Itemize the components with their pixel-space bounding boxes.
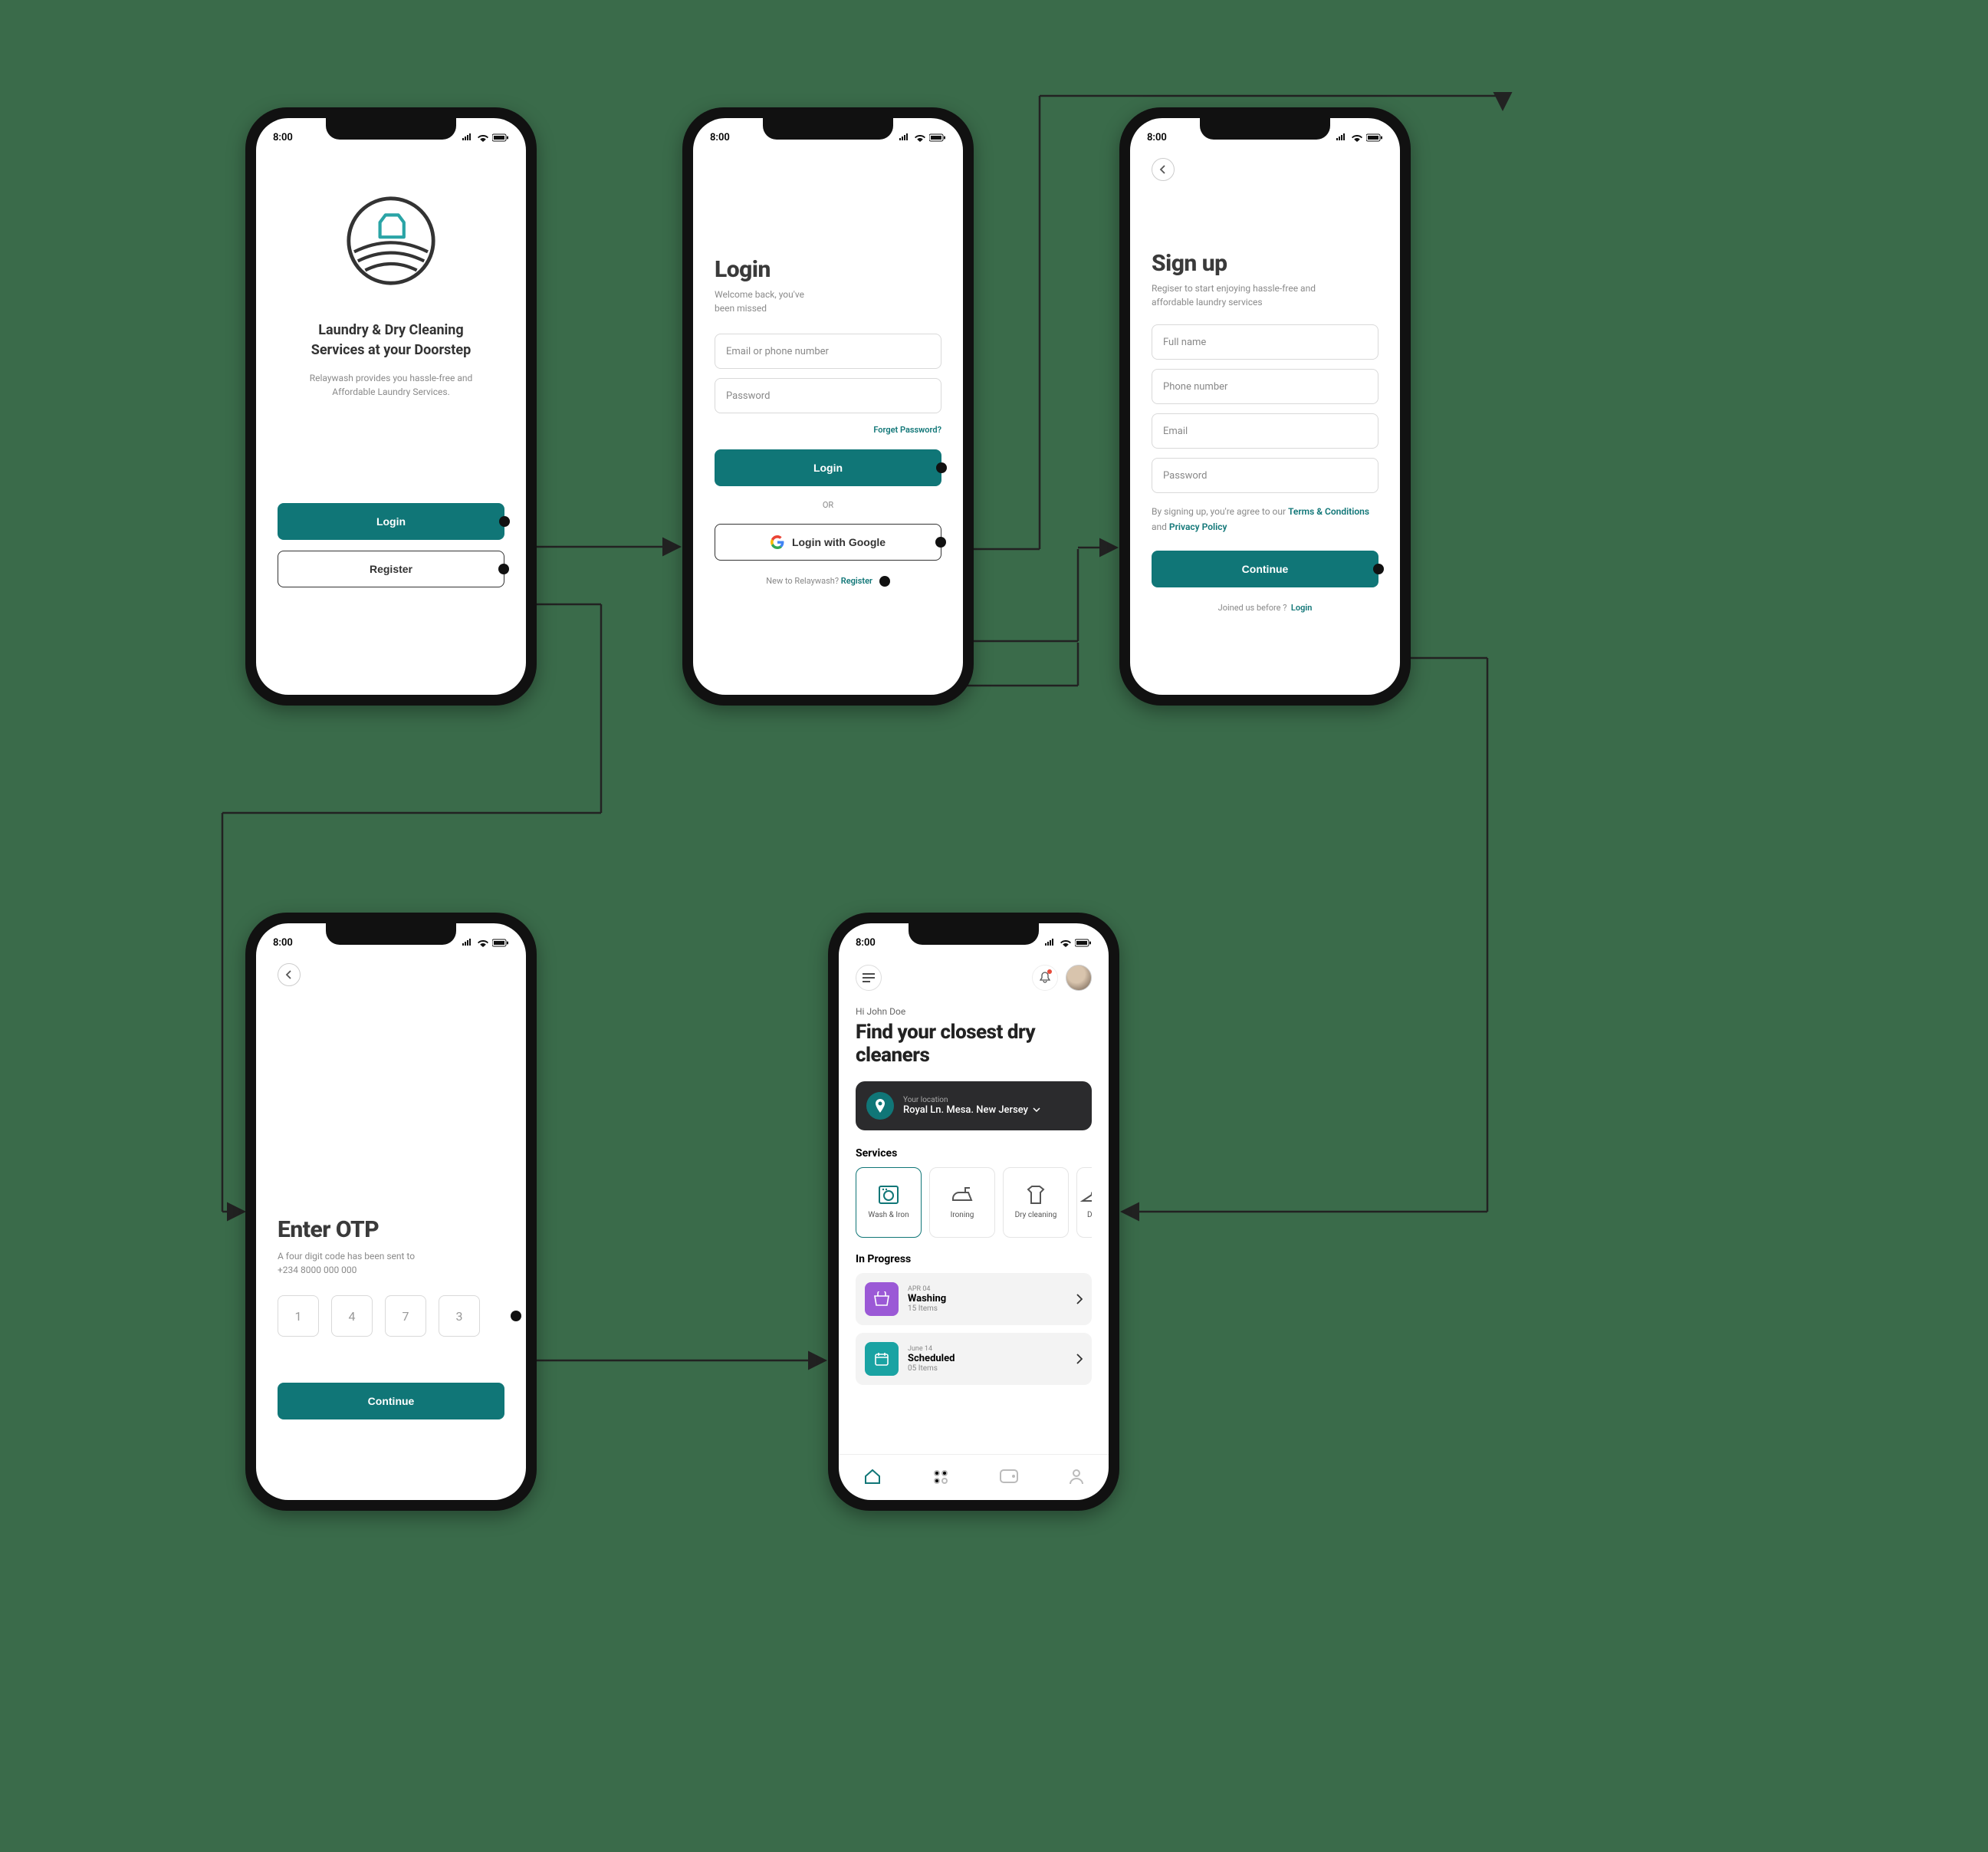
email-input[interactable]: Email xyxy=(1152,413,1378,449)
location-card[interactable]: Your location Royal Ln. Mesa. New Jersey xyxy=(856,1081,1092,1130)
back-button[interactable] xyxy=(278,963,301,986)
status-time: 8:00 xyxy=(856,937,876,949)
location-pin-icon xyxy=(866,1092,894,1120)
register-button[interactable]: Register xyxy=(278,551,504,587)
service-dry-cleaning[interactable]: Dry cleaning xyxy=(1003,1167,1069,1238)
inprogress-header: In Progress xyxy=(856,1253,1092,1265)
login-link[interactable]: Login xyxy=(1291,603,1312,613)
login-screen: 8:00 Login Welcome back, you'vebeen miss… xyxy=(682,107,974,706)
app-logo xyxy=(345,195,437,290)
status-time: 8:00 xyxy=(710,132,730,143)
consent-text: By signing up, you're agree to our Terms… xyxy=(1152,504,1378,535)
status-icons xyxy=(1336,133,1383,142)
phone-input[interactable]: Phone number xyxy=(1152,369,1378,404)
continue-button[interactable]: Continue xyxy=(278,1383,504,1419)
status-time: 8:00 xyxy=(273,132,293,143)
arrow-left-icon xyxy=(1158,165,1168,174)
google-icon xyxy=(771,535,784,549)
welcome-subtitle: Relaywash provides you hassle-free and A… xyxy=(291,371,491,399)
chevron-right-icon xyxy=(1076,1354,1083,1364)
location-label: Your location xyxy=(903,1096,1081,1104)
page-title: Find your closest dry cleaners xyxy=(856,1021,1092,1067)
hanger-icon xyxy=(1079,1185,1092,1205)
email-input[interactable]: Email or phone number xyxy=(715,334,941,369)
status-time: 8:00 xyxy=(273,937,293,949)
grid-icon xyxy=(932,1468,950,1485)
calendar-icon xyxy=(874,1351,889,1367)
forgot-password-link[interactable]: Forget Password? xyxy=(873,425,941,435)
welcome-screen: 8:00 Laundry & Dry Cleaning Services at … xyxy=(245,107,537,706)
tab-home[interactable] xyxy=(863,1468,882,1488)
tab-profile[interactable] xyxy=(1069,1468,1084,1488)
login-submit-button[interactable]: Login xyxy=(715,449,941,486)
terms-link[interactable]: Terms & Conditions xyxy=(1288,506,1369,517)
register-link[interactable]: Register xyxy=(841,576,872,586)
menu-button[interactable] xyxy=(856,965,882,991)
signup-subtitle: Regiser to start enjoying hassle-free an… xyxy=(1152,281,1351,309)
status-icons xyxy=(462,133,509,142)
home-screen: 8:00 Hi John Doe xyxy=(828,913,1119,1511)
status-icons xyxy=(899,133,946,142)
otp-digit-3[interactable]: 7 xyxy=(385,1295,426,1337)
status-time: 8:00 xyxy=(1147,132,1167,143)
register-prompt: New to Relaywash? Register xyxy=(715,576,941,587)
basket-icon xyxy=(873,1291,890,1307)
washer-icon xyxy=(876,1185,901,1205)
greeting: Hi John Doe xyxy=(856,1005,1092,1018)
notification-dot xyxy=(1047,969,1052,974)
tab-services[interactable] xyxy=(932,1468,950,1488)
user-icon xyxy=(1069,1468,1084,1485)
status-icons xyxy=(462,939,509,947)
signup-screen: 8:00 Sign up Regiser to start enjoying h… xyxy=(1119,107,1411,706)
avatar[interactable] xyxy=(1066,965,1092,991)
home-icon xyxy=(863,1468,882,1485)
login-google-button[interactable]: Login with Google xyxy=(715,524,941,561)
order-card-washing[interactable]: APR 04 Washing 15 Items xyxy=(856,1273,1092,1325)
location-value: Royal Ln. Mesa. New Jersey xyxy=(903,1104,1081,1116)
back-button[interactable] xyxy=(1152,158,1175,181)
fullname-input[interactable]: Full name xyxy=(1152,324,1378,360)
page-title: Login xyxy=(715,256,941,283)
chevron-right-icon xyxy=(1076,1294,1083,1304)
menu-icon xyxy=(863,973,875,982)
otp-digit-2[interactable]: 4 xyxy=(331,1295,373,1337)
page-title: Sign up xyxy=(1152,250,1378,277)
order-card-scheduled[interactable]: June 14 Scheduled 05 Items xyxy=(856,1333,1092,1385)
tab-bar xyxy=(839,1454,1109,1500)
or-divider: OR xyxy=(715,500,941,510)
otp-digit-4[interactable]: 3 xyxy=(439,1295,480,1337)
otp-screen: 8:00 Enter OTP A four digit code has bee… xyxy=(245,913,537,1511)
privacy-link[interactable]: Privacy Policy xyxy=(1169,521,1227,532)
arrow-left-icon xyxy=(284,970,294,979)
services-header: Services xyxy=(856,1147,1092,1160)
tab-orders[interactable] xyxy=(999,1469,1019,1487)
welcome-title: Laundry & Dry Cleaning Services at your … xyxy=(291,321,491,360)
otp-digit-1[interactable]: 1 xyxy=(278,1295,319,1337)
tshirt-icon xyxy=(1024,1185,1048,1205)
password-input[interactable]: Password xyxy=(715,378,941,413)
services-list: Wash & Iron Ironing Dry cleaning Da xyxy=(856,1167,1092,1238)
otp-subtitle: A four digit code has been sent to+234 8… xyxy=(278,1249,504,1277)
status-icons xyxy=(1044,939,1092,947)
iron-icon xyxy=(950,1185,974,1205)
login-prompt: Joined us before ? Login xyxy=(1152,603,1378,613)
login-subtitle: Welcome back, you'vebeen missed xyxy=(715,288,941,315)
chevron-down-icon xyxy=(1033,1107,1040,1112)
otp-input-row: 1 4 7 3 xyxy=(278,1295,504,1337)
service-wash-iron[interactable]: Wash & Iron xyxy=(856,1167,922,1238)
service-ironing[interactable]: Ironing xyxy=(929,1167,995,1238)
continue-button[interactable]: Continue xyxy=(1152,551,1378,587)
notifications-button[interactable] xyxy=(1032,965,1058,991)
wallet-icon xyxy=(999,1469,1019,1484)
login-button[interactable]: Login xyxy=(278,503,504,540)
password-input[interactable]: Password xyxy=(1152,458,1378,493)
page-title: Enter OTP xyxy=(278,1216,504,1243)
service-more[interactable]: Da xyxy=(1076,1167,1092,1238)
